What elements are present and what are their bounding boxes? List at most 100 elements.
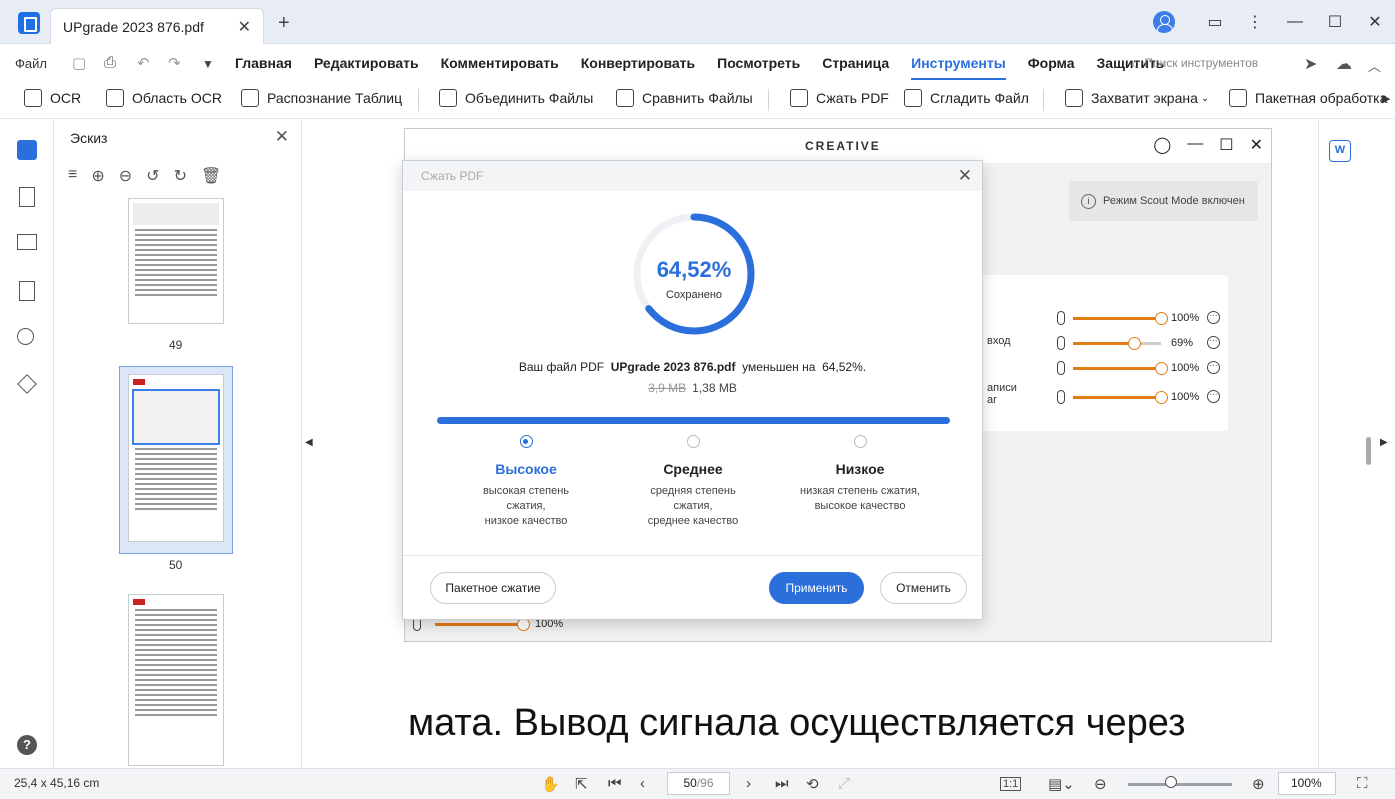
merge-icon — [439, 89, 457, 107]
vertical-scrollbar[interactable] — [1366, 437, 1371, 465]
merge-files-label: Объединить Файлы — [465, 90, 594, 106]
menu-comment[interactable]: Комментировать — [441, 55, 559, 71]
zoom-in-icon[interactable]: ⊕ — [91, 166, 104, 186]
send-icon[interactable]: ➤ — [1304, 54, 1317, 74]
thumbnail-panel-title: Эскиз — [70, 130, 108, 146]
tab-close-icon[interactable]: ✕ — [238, 17, 251, 37]
option-medium[interactable]: Среднее средняя степень сжатия, среднее … — [608, 435, 778, 529]
option-high[interactable]: Высокое высокая степень сжатия, низкое к… — [441, 435, 611, 529]
expand-right-panel-icon[interactable]: ▶ — [1380, 437, 1388, 448]
merge-files-button[interactable]: Объединить Файлы — [439, 89, 593, 107]
zoom-select[interactable]: 100% ⌄ — [1278, 772, 1336, 795]
status-bar: 25,4 x 45,16 cm ✋ ⇱ ⏮ ‹ 50/96 › ⏭ ⟲ ⤢ 1:… — [0, 768, 1395, 799]
compare-files-button[interactable]: Сравнить Файлы — [616, 89, 753, 107]
menu-view[interactable]: Посмотреть — [717, 55, 800, 71]
message-icon[interactable]: ▭ — [1195, 12, 1235, 32]
lightbulb-icon: ☼ — [1130, 56, 1145, 70]
camera-icon — [1065, 89, 1083, 107]
zoom-out-icon[interactable]: ⊖ — [119, 166, 132, 186]
undo-icon[interactable]: ↶ — [137, 54, 150, 72]
rotate-right-icon[interactable]: ↻ — [174, 166, 187, 186]
zoom-slider-track[interactable] — [1128, 783, 1232, 786]
option-low-desc: низкая степень сжатия, высокое качество — [775, 484, 945, 514]
rotate-left-icon[interactable]: ↺ — [146, 166, 159, 186]
delete-icon[interactable]: 🗑 — [201, 166, 221, 186]
redo-icon[interactable]: ↷ — [168, 54, 181, 72]
save-icon[interactable]: ▢ — [72, 54, 86, 72]
desc-line: высокая степень — [482, 485, 570, 497]
close-window-icon[interactable]: ✕ — [1355, 12, 1395, 32]
first-page-icon[interactable]: ⏮ — [608, 775, 622, 792]
attachment-icon[interactable] — [19, 281, 35, 301]
zoom-out-icon[interactable]: ⊖ — [1094, 775, 1107, 793]
compress-pdf-button[interactable]: Сжать PDF — [790, 89, 889, 107]
apply-button[interactable]: Применить — [769, 572, 864, 604]
zoom-slider-knob[interactable] — [1165, 776, 1177, 788]
toolbar-scroll-right-icon[interactable]: ▶ — [1382, 92, 1390, 105]
quick-access-dropdown-icon[interactable]: ▼ — [202, 57, 214, 71]
search-icon[interactable] — [17, 328, 34, 345]
document-tab[interactable]: UPgrade 2023 876.pdf ✕ — [50, 8, 264, 44]
rotate-view-icon[interactable]: ⟲ — [806, 775, 819, 793]
tool-search-input[interactable]: ☼ Поиск инструментов — [1130, 56, 1258, 70]
bookmark-icon[interactable] — [19, 187, 35, 207]
current-page: 50 — [683, 776, 697, 790]
left-sidebar: ? — [0, 120, 54, 768]
cloud-upload-icon[interactable]: ☁ — [1336, 54, 1352, 74]
ocr-button[interactable]: OCR — [24, 89, 81, 107]
volume-slider-fill — [1073, 342, 1134, 345]
last-page-icon[interactable]: ⏭ — [775, 775, 789, 792]
menu-page[interactable]: Страница — [822, 55, 889, 71]
collapse-ribbon-icon[interactable]: ︿ — [1368, 56, 1381, 75]
menu-edit[interactable]: Редактировать — [314, 55, 419, 71]
menu-file[interactable]: Файл — [15, 56, 47, 71]
capture-screen-button[interactable]: Захватит экрана ⌄ — [1065, 89, 1209, 107]
print-icon[interactable]: ⎙ — [104, 54, 116, 71]
actual-size-icon[interactable]: 1:1 — [1000, 777, 1022, 791]
next-page-icon[interactable]: › — [746, 775, 751, 792]
convert-to-word-icon[interactable]: W — [1329, 140, 1351, 162]
thumbnail-options-icon[interactable]: ≡ — [68, 166, 77, 186]
minimize-icon[interactable]: — — [1275, 13, 1315, 31]
dialog-close-icon[interactable]: ✕ — [958, 166, 972, 186]
new-tab-icon[interactable]: + — [278, 13, 290, 33]
page-thumbnail-51[interactable] — [128, 594, 224, 766]
page-thumbnail-50[interactable] — [128, 374, 224, 542]
batch-compress-button[interactable]: Пакетное сжатие — [430, 572, 556, 604]
hand-tool-icon[interactable]: ✋ — [541, 775, 560, 793]
comment-icon[interactable] — [17, 234, 37, 250]
page-thumbnail-49[interactable] — [128, 198, 224, 324]
fit-view-icon[interactable]: ⤢ — [838, 775, 850, 792]
cancel-button[interactable]: Отменить — [880, 572, 967, 604]
zoom-in-icon[interactable]: ⊕ — [1252, 775, 1265, 793]
layers-icon[interactable] — [17, 374, 37, 394]
option-medium-desc: средняя степень сжатия, среднее качество — [608, 484, 778, 529]
menu-tools[interactable]: Инструменты — [911, 55, 1006, 80]
ocr-area-button[interactable]: Область OCR — [106, 89, 222, 107]
radio-high[interactable] — [519, 435, 533, 448]
fullscreen-icon[interactable]: ⛶ — [1357, 775, 1368, 792]
batch-processing-button[interactable]: Пакетная обработка — [1229, 89, 1387, 107]
radio-low[interactable] — [853, 435, 867, 448]
thumbnail-panel-close-icon[interactable]: ✕ — [275, 127, 289, 147]
collapse-panel-icon[interactable]: ◀ — [305, 437, 313, 448]
previous-page-icon[interactable]: ‹ — [640, 775, 645, 792]
menu-form[interactable]: Форма — [1028, 55, 1075, 71]
account-avatar-icon[interactable] — [1153, 11, 1175, 33]
table-recognition-button[interactable]: Распознание Таблиц — [241, 89, 402, 107]
select-tool-icon[interactable]: ⇱ — [575, 775, 588, 793]
page-number-input[interactable]: 50/96 — [667, 772, 730, 795]
help-icon[interactable]: ? — [17, 735, 37, 755]
option-low[interactable]: Низкое низкая степень сжатия, высокое ка… — [775, 435, 945, 514]
radio-medium[interactable] — [686, 435, 700, 448]
more-vertical-icon[interactable]: ⋮ — [1235, 12, 1275, 32]
menu-convert[interactable]: Конвертировать — [581, 55, 695, 71]
menu-home[interactable]: Главная — [235, 55, 292, 71]
page-layout-icon[interactable]: ▤⌄ — [1048, 775, 1075, 793]
user-icon: ◯ — [1153, 137, 1172, 154]
maximize-icon[interactable]: ☐ — [1315, 12, 1355, 32]
option-high-desc: высокая степень сжатия, низкое качество — [441, 484, 611, 529]
flatten-file-button[interactable]: Сгладить Файл — [904, 89, 1029, 107]
desc-line: средняя степень — [650, 485, 736, 497]
thumbnails-panel-icon[interactable] — [17, 140, 37, 160]
